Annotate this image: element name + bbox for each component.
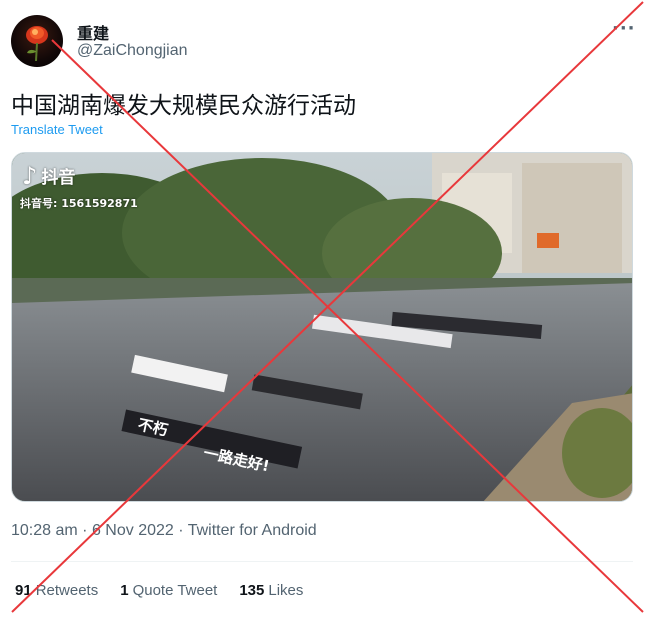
douyin-id-label: 抖音号: 1561592871	[20, 197, 138, 210]
quotes-count: 1	[120, 582, 129, 599]
douyin-watermark: ♪ 抖音	[22, 161, 76, 190]
translate-tweet-link[interactable]: Translate Tweet	[11, 122, 103, 137]
tweet-text: 中国湖南爆发大规模民众游行活动	[11, 93, 356, 119]
tiktok-note-icon: ♪	[22, 161, 38, 190]
likes-label: Likes	[268, 582, 304, 599]
divider	[11, 561, 633, 562]
likes-stat[interactable]: 135 Likes	[239, 582, 303, 599]
retweets-stat[interactable]: 91 Retweets	[15, 582, 98, 599]
retweets-count: 91	[15, 582, 32, 599]
tweet-source[interactable]: Twitter for Android	[188, 522, 317, 539]
meta-separator-2: ·	[178, 522, 184, 539]
tweet-time[interactable]: 10:28 am	[11, 522, 78, 539]
tweet-stats: 91 Retweets 1 Quote Tweet 135 Likes	[15, 582, 303, 599]
douyin-brand-label: 抖音	[41, 168, 76, 188]
tweet-media-video[interactable]: 不朽 一路走好! ♪ 抖音 抖音号: 1561592871	[11, 152, 633, 502]
rose-icon	[26, 26, 48, 62]
more-options-icon[interactable]: ···	[612, 18, 636, 39]
quotes-stat[interactable]: 1 Quote Tweet	[120, 582, 217, 599]
likes-count: 135	[239, 582, 265, 599]
tweet-meta: 10:28 am · 6 Nov 2022 · Twitter for Andr…	[11, 522, 317, 540]
author-display-name[interactable]: 重建	[77, 20, 109, 44]
quotes-label: Quote Tweet	[132, 582, 218, 599]
author-handle[interactable]: @ZaiChongjian	[77, 42, 188, 60]
tweet-card: 重建 @ZaiChongjian ··· 中国湖南爆发大规模民众游行活动 Tra…	[0, 0, 645, 617]
retweets-label: Retweets	[35, 582, 99, 599]
meta-separator: ·	[82, 522, 88, 539]
avatar[interactable]	[11, 15, 63, 67]
tweet-date[interactable]: 6 Nov 2022	[92, 522, 174, 539]
